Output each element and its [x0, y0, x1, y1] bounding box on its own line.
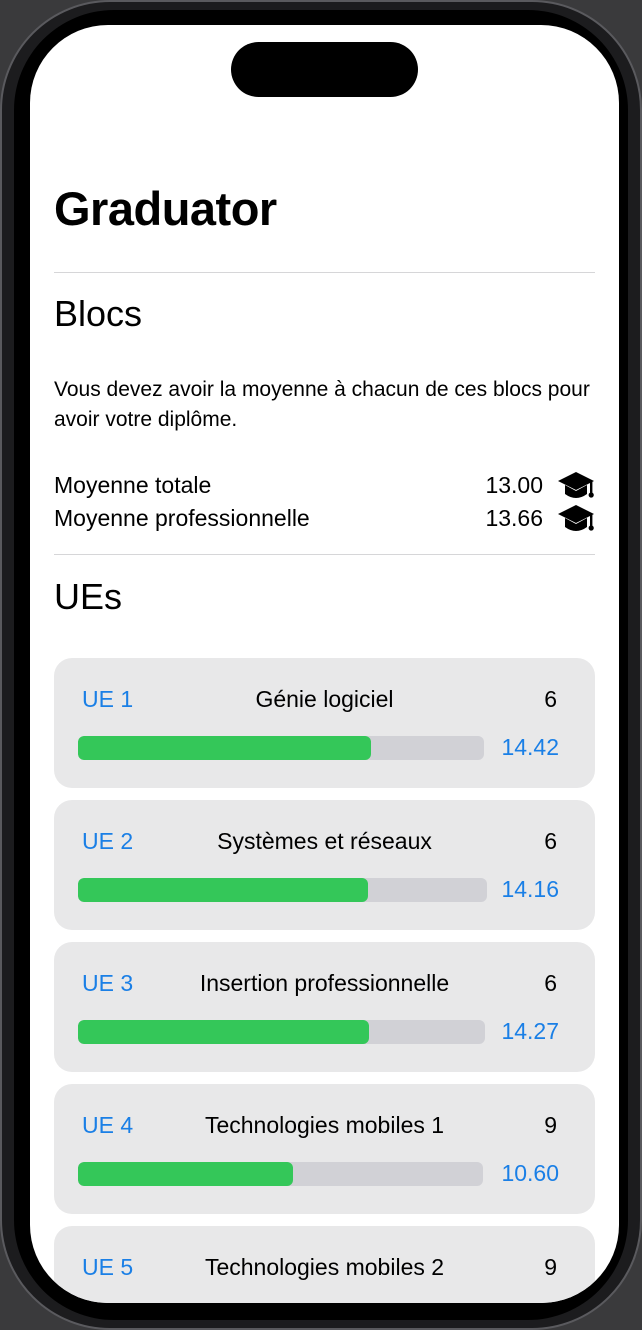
progress-track — [78, 1162, 483, 1186]
ue-name: Technologies mobiles 2 — [204, 1254, 445, 1280]
average-value: 13.66 — [485, 505, 543, 531]
page-title: Graduator — [54, 182, 277, 235]
dynamic-island — [231, 42, 418, 97]
ue-card[interactable]: UE 5 Technologies mobiles 2 9 — [54, 1226, 595, 1303]
progress-fill — [78, 1162, 293, 1186]
ue-card[interactable]: UE 4 Technologies mobiles 1 9 10.60 — [54, 1084, 595, 1214]
ue-card[interactable]: UE 2 Systèmes et réseaux 6 14.16 — [54, 800, 595, 930]
ue-grade: 10.60 — [501, 1160, 559, 1186]
average-label: Moyenne professionnelle — [54, 505, 310, 531]
ue-card[interactable]: UE 3 Insertion professionnelle 6 14.27 — [54, 942, 595, 1072]
graduation-cap-icon — [558, 505, 594, 531]
divider — [54, 272, 595, 273]
ue-name: Génie logiciel — [255, 686, 394, 712]
section-title-ues: UEs — [54, 576, 123, 617]
ue-name: Technologies mobiles 1 — [204, 1112, 445, 1138]
progress-track — [78, 1020, 485, 1044]
progress-track — [78, 878, 487, 902]
progress-fill — [78, 736, 371, 760]
progress-track — [78, 736, 484, 760]
progress-fill — [78, 878, 368, 902]
ue-card[interactable]: UE 1 Génie logiciel 6 14.42 — [54, 658, 595, 788]
graduation-cap-icon — [558, 472, 594, 498]
ue-name: Insertion professionnelle — [199, 970, 450, 996]
ue-credits: 6 — [544, 686, 557, 712]
average-label: Moyenne totale — [54, 472, 212, 498]
ue-name: Systèmes et réseaux — [217, 828, 432, 854]
section-title-blocs: Blocs — [54, 293, 143, 334]
progress-fill — [78, 1020, 369, 1044]
ue-grade: 14.42 — [501, 734, 559, 760]
ue-credits: 9 — [544, 1254, 557, 1280]
ue-credits: 6 — [544, 828, 557, 854]
divider — [54, 554, 595, 555]
ue-grade: 14.16 — [501, 876, 559, 902]
app-screen: Graduator Blocs Vous devez avoir la moye… — [30, 25, 619, 1303]
average-value: 13.00 — [485, 472, 543, 498]
average-row-professional: Moyenne professionnelle 13.66 — [54, 505, 595, 537]
ue-grade: 14.27 — [501, 1018, 559, 1044]
average-row-total: Moyenne totale 13.00 — [54, 472, 595, 504]
blocs-description: Vous devez avoir la moyenne à chacun de … — [54, 378, 590, 431]
ue-credits: 9 — [544, 1112, 557, 1138]
ue-credits: 6 — [544, 970, 557, 996]
